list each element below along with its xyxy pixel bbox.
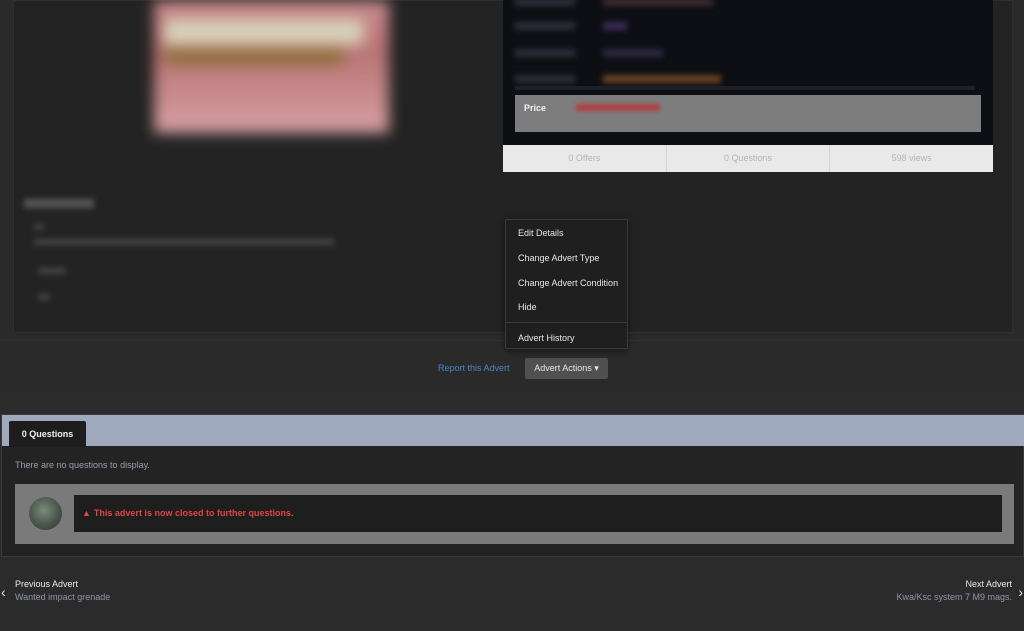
advert-photo[interactable] xyxy=(154,1,389,133)
price-label: Price xyxy=(524,103,547,113)
report-advert-link[interactable]: Report this Advert xyxy=(438,363,510,373)
closed-message: ▲ This advert is now closed to further qu… xyxy=(74,495,1002,532)
detail-row xyxy=(515,0,975,12)
menu-item-change-advert-type[interactable]: Change Advert Type xyxy=(518,253,599,263)
closed-message-text: This advert is now closed to further que… xyxy=(93,508,294,518)
previous-advert-label: Previous Advert xyxy=(15,579,79,589)
tab-questions[interactable]: 0 Questions xyxy=(9,421,86,447)
closed-notice-box: ▲ This advert is now closed to further qu… xyxy=(15,484,1014,544)
chevron-left-icon[interactable]: ‹ xyxy=(1,584,6,600)
menu-divider xyxy=(506,322,627,323)
menu-item-advert-history[interactable]: Advert History xyxy=(518,333,575,343)
divider xyxy=(515,86,975,90)
next-advert-link[interactable]: Kwa/Ksc system 7 M9 mags. xyxy=(896,592,1012,602)
next-advert-label: Next Advert xyxy=(965,579,1012,589)
advert-pager: ‹ Previous Advert Wanted impact grenade … xyxy=(0,570,1024,610)
offers-count: 0 Offers xyxy=(503,145,667,172)
price-box: Price xyxy=(515,95,981,132)
questions-tabbar: 0 Questions xyxy=(2,415,1024,447)
menu-item-change-advert-condition[interactable]: Change Advert Condition xyxy=(518,278,618,288)
menu-item-hide[interactable]: Hide xyxy=(518,302,537,312)
detail-row xyxy=(515,45,975,63)
avatar[interactable] xyxy=(29,497,62,530)
previous-advert-link[interactable]: Wanted impact grenade xyxy=(15,592,110,602)
stats-bar: 0 Offers 0 Questions 598 views xyxy=(503,145,993,172)
price-value-redacted xyxy=(576,104,660,111)
questions-section: 0 Questions There are no questions to di… xyxy=(1,414,1024,557)
advert-actions-menu: Edit Details Change Advert Type Change A… xyxy=(505,219,628,349)
warning-icon: ▲ xyxy=(82,508,91,518)
advert-actions-button[interactable]: Advert Actions ▾ xyxy=(525,358,608,379)
chevron-right-icon[interactable]: › xyxy=(1018,584,1023,600)
views-count: 598 views xyxy=(891,153,932,163)
no-questions-text: There are no questions to display. xyxy=(15,460,150,470)
detail-row xyxy=(515,18,975,36)
menu-item-edit-details[interactable]: Edit Details xyxy=(518,228,564,238)
advert-details-panel: Price xyxy=(503,0,993,145)
questions-count: 0 Questions xyxy=(667,145,831,172)
page: Price 0 Offers 0 Questions 598 views Rep… xyxy=(0,0,1024,631)
